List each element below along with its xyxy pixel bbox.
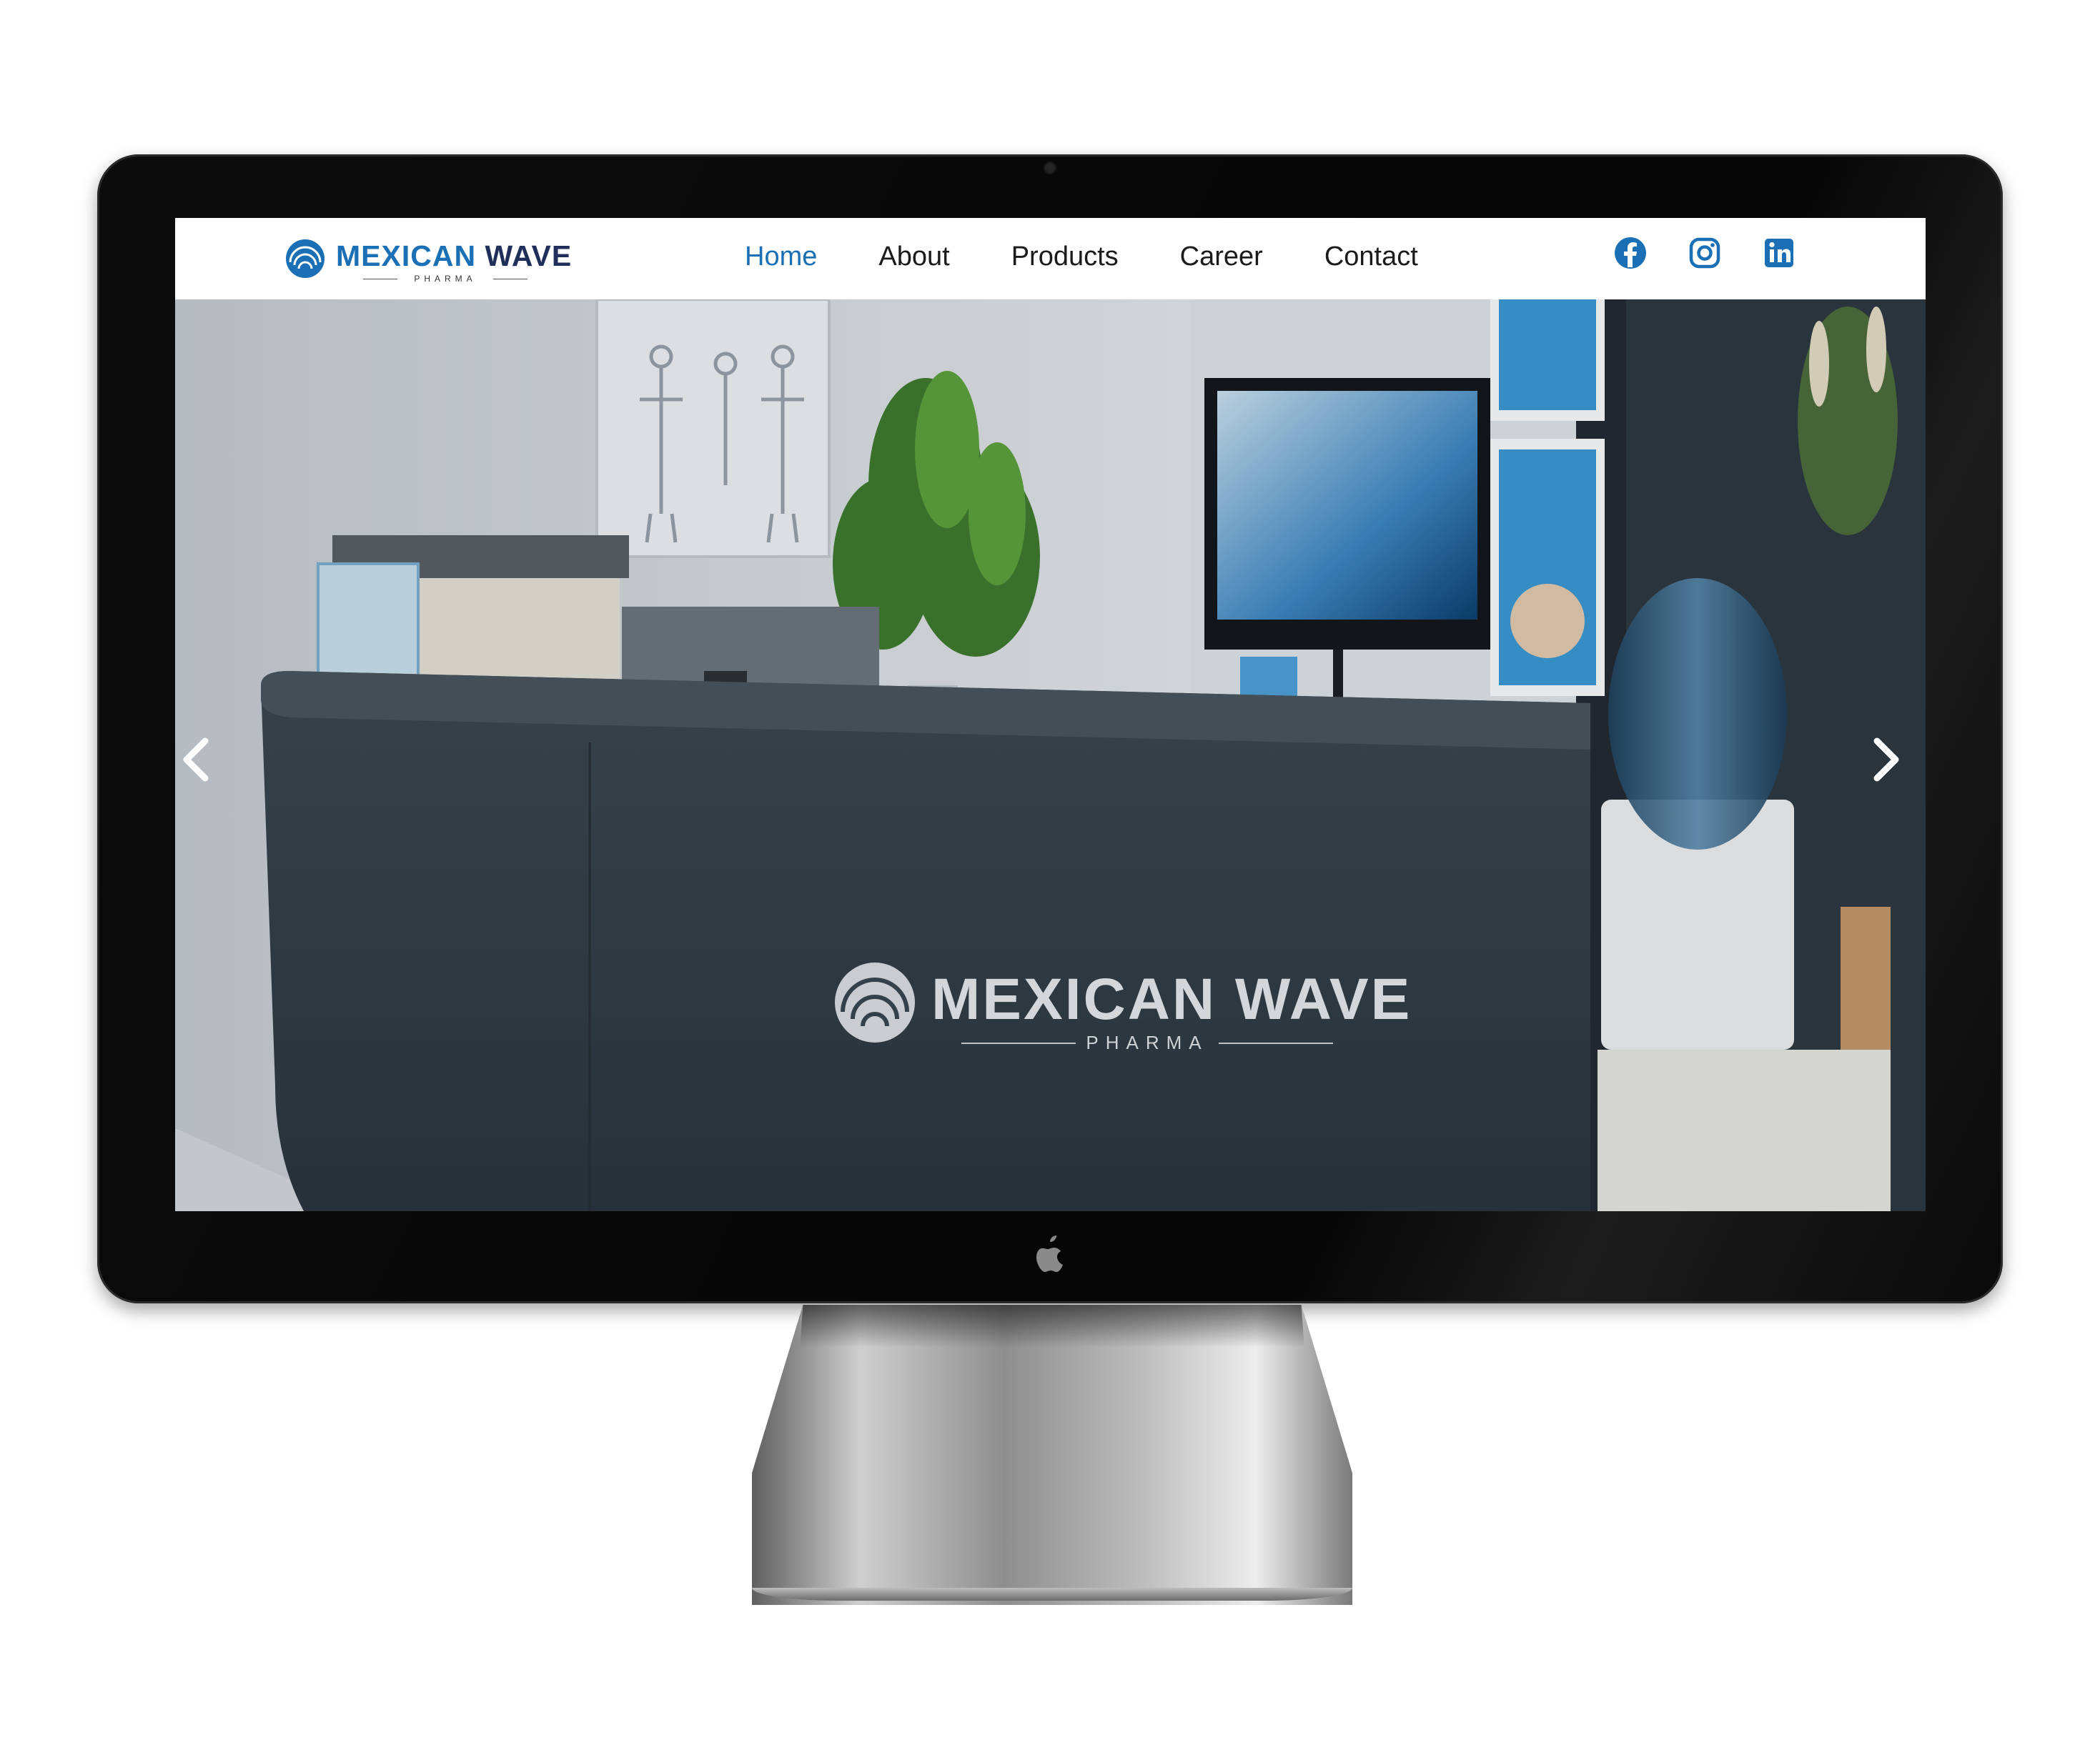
- logo-wordmark: MEXICAN WAVE: [336, 239, 573, 272]
- chevron-right-icon: [1873, 737, 1899, 782]
- navbar: MEXICAN WAVE PHARMA Home About Products …: [175, 218, 1926, 299]
- site-logo[interactable]: MEXICAN WAVE PHARMA: [284, 235, 571, 285]
- nav-home[interactable]: Home: [745, 235, 817, 278]
- slider-prev-button[interactable]: [181, 737, 224, 794]
- nav-contact[interactable]: Contact: [1324, 235, 1418, 278]
- monitor-stand: [752, 1305, 1352, 1605]
- chevron-left-icon: [183, 737, 209, 782]
- desk-sign-logo: MEXICAN WAVE PHARMA: [833, 960, 1410, 1068]
- instagram-link[interactable]: [1688, 236, 1728, 276]
- desk-sign-wordmark: MEXICAN WAVE: [931, 967, 1412, 1032]
- apple-icon: [1036, 1236, 1063, 1272]
- nav-career[interactable]: Career: [1180, 235, 1263, 278]
- facebook-link[interactable]: [1613, 236, 1653, 276]
- wave-logo-icon: [835, 963, 915, 1043]
- main-nav: Home About Products Career Contact: [745, 235, 1480, 278]
- linkedin-icon: [1765, 239, 1793, 267]
- stand-shadow: [800, 1305, 1304, 1348]
- slider-next-button[interactable]: [1873, 737, 1916, 794]
- nav-products[interactable]: Products: [1011, 235, 1119, 278]
- stand-base: [752, 1588, 1352, 1601]
- wave-logo-icon: [286, 239, 325, 278]
- hero-slider: MEXICAN WAVE PHARMA: [175, 299, 1926, 1211]
- facebook-icon: [1615, 237, 1646, 269]
- linkedin-link[interactable]: [1762, 236, 1802, 276]
- instagram-icon: [1689, 237, 1720, 269]
- website-screen: MEXICAN WAVE PHARMA Home About Products …: [175, 218, 1926, 1211]
- nav-about[interactable]: About: [878, 235, 949, 278]
- camera: [1044, 161, 1056, 174]
- reception-photo: [175, 299, 1926, 1211]
- logo-tagline: PHARMA: [363, 274, 528, 284]
- desk-sign-tagline: PHARMA: [961, 1032, 1333, 1054]
